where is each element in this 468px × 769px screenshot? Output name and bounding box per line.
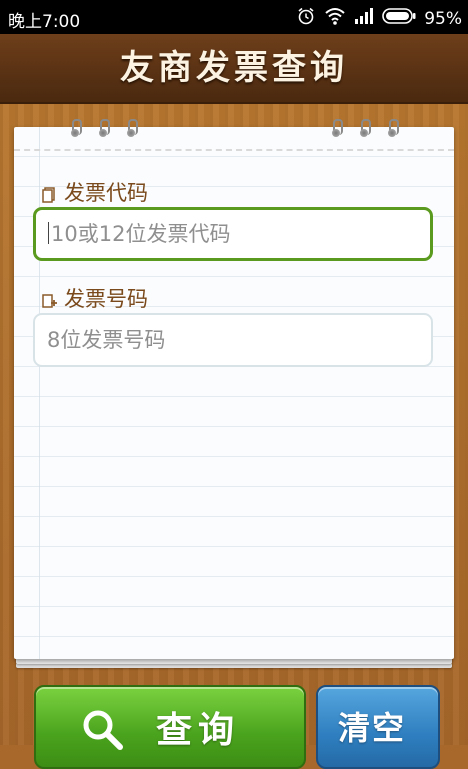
document-icon <box>42 184 56 203</box>
clear-button[interactable]: 清空 <box>316 685 440 769</box>
binder-ring-icon <box>99 119 110 139</box>
invoice-number-input[interactable]: 8位发票号码 <box>33 313 433 367</box>
query-button-label: 查询 <box>156 710 241 751</box>
wifi-icon <box>324 7 346 30</box>
alarm-icon <box>296 6 316 31</box>
app-header: 友商发票查询 <box>0 34 468 104</box>
binder-ring-icon <box>71 119 82 139</box>
invoice-code-label-text: 发票代码 <box>64 181 148 205</box>
status-bar: 晚上7:00 95% <box>0 0 468 34</box>
status-time: 晚上7:00 <box>8 12 81 32</box>
query-button[interactable]: 查询 <box>34 685 306 769</box>
text-caret <box>48 222 49 244</box>
notepad: 发票代码 10或12位发票代码 发票号码 8位发票号码 <box>14 119 454 659</box>
binder-ring-icon <box>360 119 371 139</box>
clear-button-label: 清空 <box>338 709 407 747</box>
invoice-number-placeholder: 8位发票号码 <box>47 328 166 352</box>
perforation-line <box>14 149 454 151</box>
search-icon <box>78 705 126 762</box>
invoice-code-label: 发票代码 <box>42 177 148 207</box>
signal-icon <box>354 8 374 29</box>
battery-percent: 95% <box>424 8 462 29</box>
binder-ring-icon <box>332 119 343 139</box>
invoice-code-placeholder: 10或12位发票代码 <box>51 222 231 246</box>
binder-ring-icon <box>388 119 399 139</box>
document-add-icon <box>42 290 57 308</box>
invoice-number-label-text: 发票号码 <box>64 287 148 311</box>
battery-icon <box>382 8 416 29</box>
status-icons: 95% <box>296 6 462 31</box>
page-title: 友商发票查询 <box>120 48 348 88</box>
invoice-code-input[interactable]: 10或12位发票代码 <box>33 207 433 261</box>
binder-ring-icon <box>127 119 138 139</box>
invoice-number-label: 发票号码 <box>42 283 148 313</box>
